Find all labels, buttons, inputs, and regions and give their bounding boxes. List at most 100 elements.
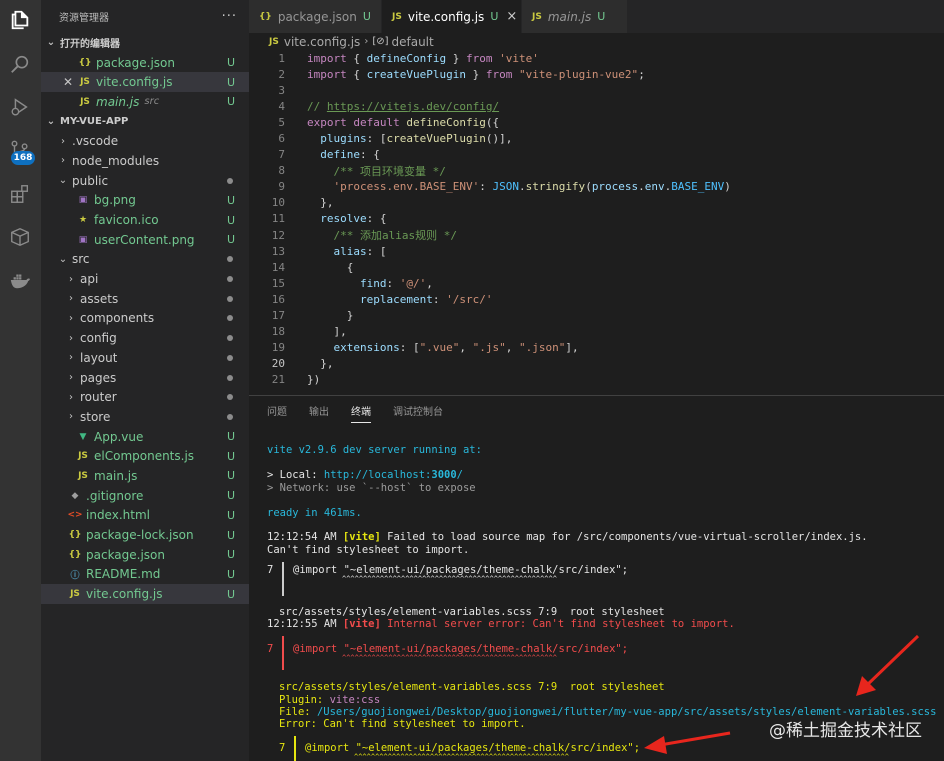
git-status-badge: U [226,56,235,70]
run-debug-icon[interactable] [8,95,32,119]
open-editors-section[interactable]: ⌄ 打开的编辑器 [41,33,249,53]
code-line: 13 alias: [ [249,243,944,259]
js-file-icon: JS [78,470,88,481]
tree-folder[interactable]: › components [41,309,249,329]
tree-folder[interactable]: › pages [41,368,249,388]
js-file-icon: JS [80,77,90,88]
tree-file-selected[interactable]: JS vite.config.js U [41,584,249,604]
code-line: 9 'process.env.BASE_ENV': JSON.stringify… [249,179,944,195]
tree-folder[interactable]: › config [41,328,249,348]
terminal-line: 7 [279,742,286,754]
breadcrumb-symbol[interactable]: default [392,35,434,49]
code-text: extensions: [".vue", ".js", ".json"], [333,341,579,355]
chevron-right-icon: › [69,352,73,364]
explorer-icon[interactable] [8,8,32,32]
chevron-right-icon: › [69,332,73,344]
file-name: .gitignore [86,488,144,503]
tree-folder[interactable]: › node_modules [41,151,249,171]
breadcrumb-file[interactable]: vite.config.js [284,35,360,49]
tab-package-json[interactable]: {} package.json U [249,0,382,33]
explorer-header: 资源管理器 ··· [41,0,249,33]
tree-file[interactable]: ▼ App.vue U [41,427,249,447]
terminal-line: 12:12:55 AM [vite] Internal server error… [267,618,735,630]
extensions-icon[interactable] [8,182,32,206]
chevron-right-icon: › [69,293,73,305]
open-editor-item[interactable]: JS main.js src U [41,92,249,112]
code-text: { [307,260,354,274]
git-status-badge: U [226,489,235,503]
code-line: 19 extensions: [".vue", ".js", ".json"], [249,340,944,356]
package-icon[interactable] [8,225,32,249]
code-text: find: '@/', [359,276,433,290]
more-actions-icon[interactable]: ··· [222,9,237,24]
terminal-line: ready in 461ms. [267,507,362,519]
line-number: 20 [271,357,285,371]
image-file-icon: ▣ [78,195,88,206]
bottom-panel: 问题 输出 终端 调试控制台 vite v2.9.6 dev server ru… [249,395,944,761]
code-text: }, [307,196,334,210]
tree-folder[interactable]: › router [41,387,249,407]
tree-file[interactable]: ⓘ README.md U [41,565,249,585]
open-editor-item-active[interactable]: ✕ JS vite.config.js U [41,72,249,93]
terminal-output[interactable]: vite v2.9.6 dev server running at: > Loc… [249,396,944,761]
folder-name: pages [80,370,117,385]
js-file-icon: JS [80,96,90,107]
tree-file[interactable]: JS elComponents.js U [41,446,249,466]
tab-label: vite.config.js [407,9,485,24]
tree-file[interactable]: {} package-lock.json U [41,525,249,545]
tree-file[interactable]: {} package.json U [41,545,249,565]
terminal-line: 12:12:54 AM [vite] Failed to load source… [267,531,868,543]
terminal-line: Error: Can't find stylesheet to import. [279,718,526,730]
tree-folder[interactable]: › layout [41,348,249,368]
html-file-icon: <> [67,510,83,521]
chevron-right-icon: › [69,372,73,384]
tree-folder[interactable]: › store [41,407,249,427]
code-line: 11 resolve: { [249,211,944,227]
git-status-badge: U [362,10,371,23]
folder-name: assets [80,291,119,306]
code-text: resolve: { [320,212,387,226]
terminal-squiggle: ^^^^^^^^^^^^^^^^^^^^^^^^^^^^^^^^^^^^^^^^… [342,654,557,662]
chevron-down-icon: ⌄ [58,253,68,265]
editor-tabs: {} package.json U JS vite.config.js U × … [249,0,944,33]
tree-file[interactable]: <> index.html U [41,506,249,526]
tree-file[interactable]: ▣ bg.png U [41,191,249,211]
tree-file[interactable]: ◆ .gitignore U [41,486,249,506]
tree-file[interactable]: JS main.js U [41,466,249,486]
tree-folder[interactable]: › assets [41,289,249,309]
vue-file-icon: ▼ [79,431,87,442]
terminal-line: src/assets/styles/element-variables.scss… [279,606,665,618]
modified-dot-icon [227,413,233,420]
line-number: 10 [271,196,285,210]
tree-folder[interactable]: › .vscode [41,131,249,151]
code-line: 12 /** 添加alias规则 */ [249,227,944,243]
chevron-down-icon: ⌄ [58,175,68,187]
code-text: /** 项目环境变量 */ [307,164,446,178]
file-name: README.md [86,567,161,582]
line-number: 7 [278,148,285,162]
code-text: }, [307,357,334,371]
tree-file[interactable]: ★ favicon.ico U [41,210,249,230]
modified-dot-icon [227,354,233,361]
modified-dot-icon [227,394,233,401]
error-gutter [294,736,296,761]
tab-vite-config-js[interactable]: JS vite.config.js U × [382,0,522,33]
terminal-line: 7 [267,643,274,655]
tree-folder[interactable]: ⌄ public [41,171,249,191]
close-icon[interactable]: × [506,9,517,24]
open-editors-label: 打开的编辑器 [60,39,120,51]
tree-folder[interactable]: › api [41,269,249,289]
code-editor[interactable]: 1 import { defineConfig } from 'vite' 2 im… [249,50,944,395]
code-line: 18 ], [249,324,944,340]
open-editor-item[interactable]: {} package.json U [41,53,249,73]
tree-folder[interactable]: ⌄ src [41,250,249,270]
docker-icon[interactable] [8,268,32,292]
folder-name: components [80,311,155,326]
project-section[interactable]: ⌄ MY-VUE-APP [41,112,249,132]
code-text: import { createVuePlugin } from "vite-pl… [307,67,645,81]
close-icon[interactable]: ✕ [63,75,77,89]
tree-file[interactable]: ▣ userContent.png U [41,230,249,250]
search-icon[interactable] [8,52,32,76]
error-gutter [282,636,284,670]
tab-main-js[interactable]: JS main.js U [522,0,628,33]
